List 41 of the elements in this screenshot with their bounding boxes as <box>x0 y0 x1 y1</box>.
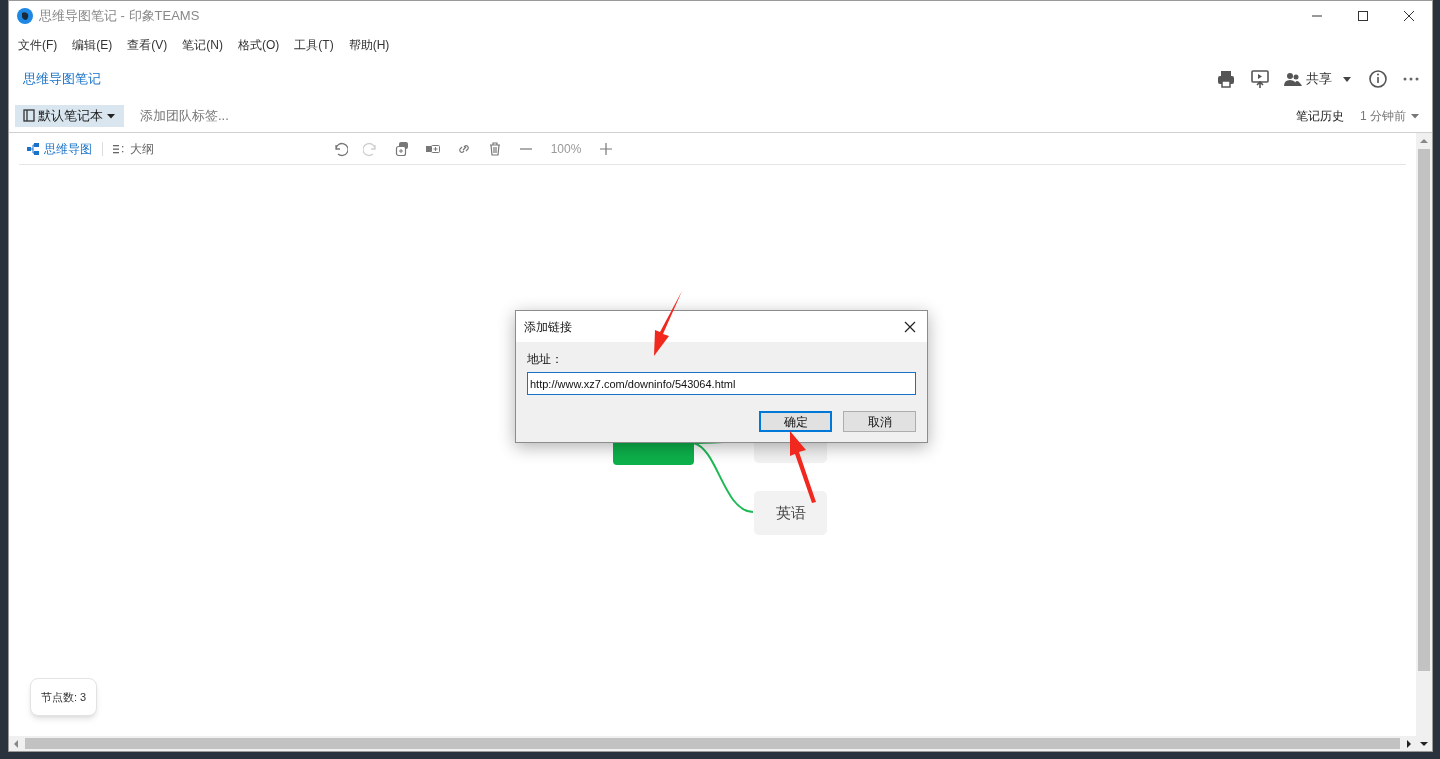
view-tab[interactable]: 思维导图 <box>19 139 100 158</box>
caret-icon <box>1340 74 1354 84</box>
window-title: 思维导图笔记 - 印象TEAMS <box>39 7 200 26</box>
vertical-scrollbar[interactable] <box>1416 133 1432 751</box>
outline-icon <box>113 142 125 155</box>
info-icon[interactable] <box>1368 69 1388 89</box>
address-field[interactable]: http://www.xz7.com/downinfo/543064.html <box>527 372 916 395</box>
menu-item[interactable]: 编辑(E) <box>72 36 113 54</box>
menu-item[interactable]: 笔记(N) <box>182 36 223 54</box>
notebook-icon <box>23 109 35 122</box>
app-logo-icon <box>17 8 33 24</box>
plus-icon[interactable] <box>598 140 614 157</box>
dialog-title: 添加链接 <box>524 318 572 336</box>
share-button[interactable]: 共享 <box>1284 69 1354 89</box>
tag-field[interactable]: 添加团队标签... <box>132 104 292 127</box>
presentation-icon[interactable] <box>1250 69 1270 89</box>
people-icon <box>1284 72 1302 86</box>
dialog-button[interactable]: 确定 <box>759 411 832 432</box>
history-link[interactable]: 笔记历史 <box>1296 106 1344 125</box>
note-title: 思维导图笔记 <box>23 70 101 89</box>
node-count-badge: 节点数: 3 <box>30 678 98 716</box>
menu-item[interactable]: 帮助(H) <box>348 36 390 54</box>
notebook-selector[interactable]: 默认笔记本 <box>15 104 124 127</box>
trash-icon[interactable] <box>487 140 503 157</box>
address-label: 地址： <box>527 351 564 368</box>
add-node-icon[interactable] <box>394 140 410 157</box>
menu-item[interactable]: 格式(O) <box>238 36 280 54</box>
scrollbar-thumb[interactable] <box>1418 149 1430 671</box>
undo-icon[interactable] <box>332 140 348 157</box>
menu-item[interactable]: 查看(V) <box>127 36 168 54</box>
mindmap-icon <box>27 142 39 155</box>
scrollbar-thumb[interactable] <box>25 738 1400 749</box>
print-icon[interactable] <box>1216 69 1236 89</box>
horizontal-scrollbar[interactable] <box>9 736 1416 751</box>
view-tab[interactable]: 大纲 <box>105 139 162 158</box>
updated-dropdown[interactable]: 1 分钟前 <box>1360 106 1420 125</box>
dialog-button[interactable]: 取消 <box>843 411 916 432</box>
menu-item[interactable]: 工具(T) <box>294 36 334 54</box>
mindmap-node[interactable]: 英语 <box>754 491 827 535</box>
menu-item[interactable]: 文件(F) <box>18 36 58 54</box>
zoom-level: 100% <box>549 140 583 158</box>
